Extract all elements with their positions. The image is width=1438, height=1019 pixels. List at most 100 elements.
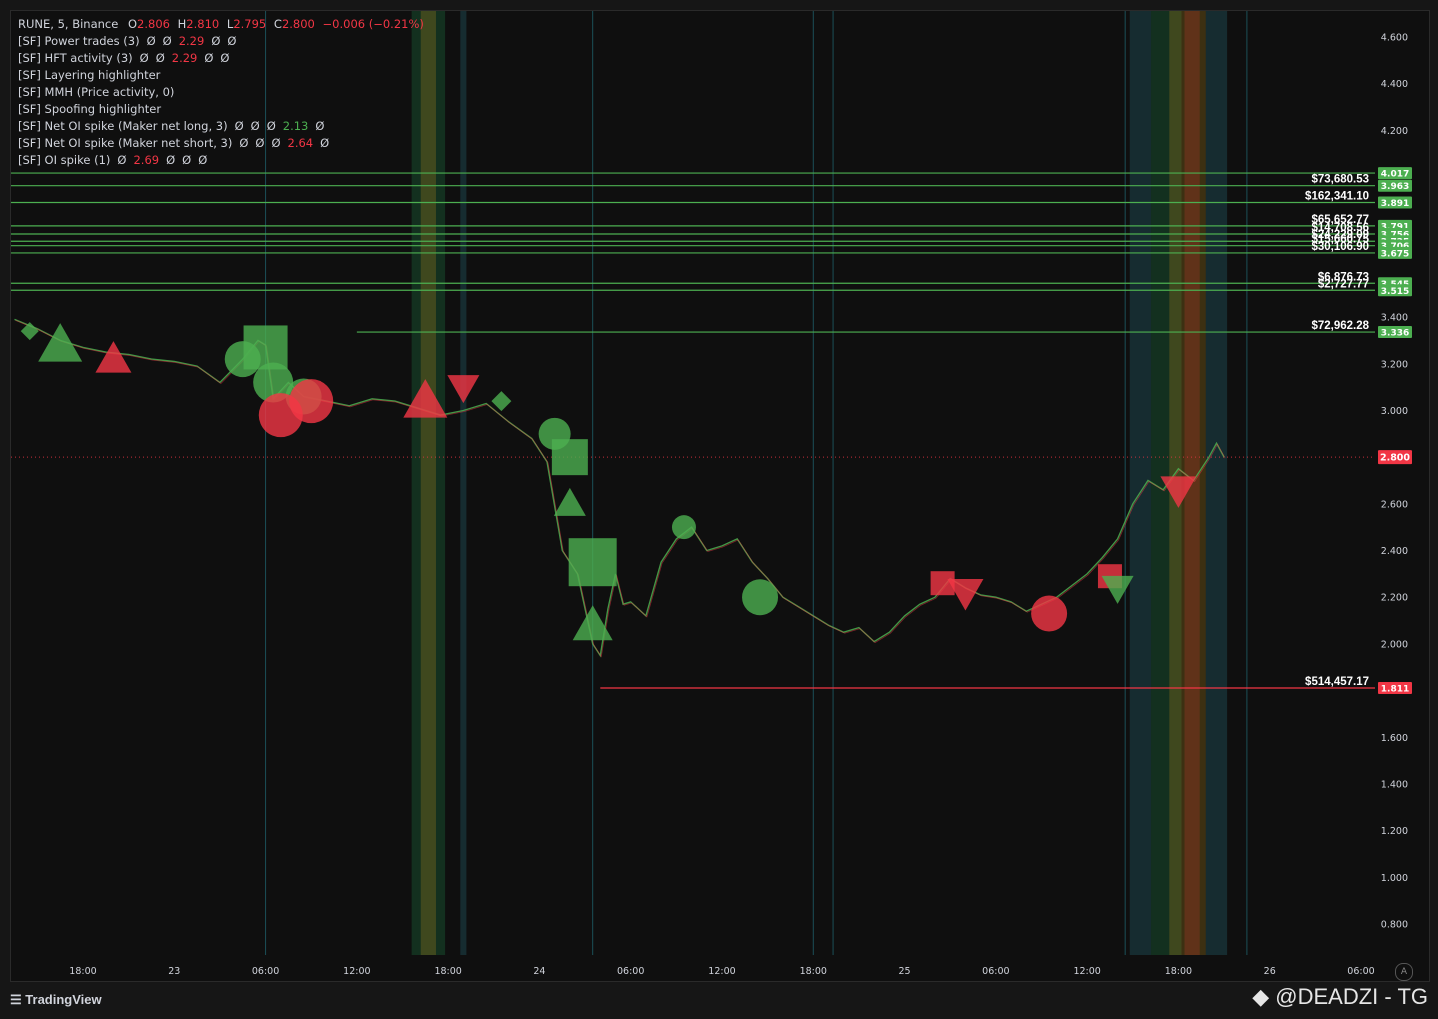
indicator-row[interactable]: [SF] OI spike (1) Ø 2.69 Ø Ø Ø — [18, 152, 424, 169]
x-axis-tick-label: 18:00 — [800, 966, 827, 977]
indicator-row[interactable]: [SF] Net OI spike (Maker net long, 3) Ø Ø Ø… — [18, 118, 424, 135]
y-axis-tick-label: 1.200 — [1381, 826, 1408, 837]
signal-square-marker — [243, 325, 288, 370]
indicator-value: Ø — [139, 51, 149, 65]
level-amount-label: $2,727.77 — [1318, 278, 1369, 290]
level-amount-label: $72,962.28 — [1311, 320, 1369, 332]
level-price-label: 3.336 — [1381, 329, 1409, 339]
level-price-label: 3.963 — [1381, 182, 1409, 192]
y-axis-tick-label: 2.000 — [1381, 639, 1408, 650]
highlight-band — [460, 11, 467, 955]
x-axis-tick-label: 06:00 — [982, 966, 1009, 977]
indicator-value: Ø — [211, 34, 221, 48]
level-price-label: 3.515 — [1381, 287, 1409, 297]
indicator-value: Ø — [146, 34, 156, 48]
signal-triangle-up-marker — [95, 341, 132, 373]
y-axis-tick-label: 4.200 — [1381, 126, 1408, 137]
indicator-value: Ø — [227, 34, 237, 48]
indicator-value: Ø — [198, 153, 208, 167]
y-axis-tick-label: 1.600 — [1381, 733, 1408, 744]
indicator-value: Ø — [315, 119, 325, 133]
indicator-value: Ø — [271, 136, 281, 150]
highlight-band — [1205, 11, 1228, 955]
indicator-name: [SF] Layering highlighter — [18, 68, 161, 82]
indicator-name: [SF] Power trades (3) — [18, 34, 140, 48]
indicator-value: Ø — [117, 153, 127, 167]
watermark-text: @DEADZI - TG — [1275, 984, 1428, 1009]
indicator-value: Ø — [234, 119, 244, 133]
indicator-name: [SF] MMH (Price activity, 0) — [18, 85, 175, 99]
indicator-row[interactable]: [SF] MMH (Price activity, 0) — [18, 84, 424, 101]
signal-circle-marker — [742, 579, 779, 616]
legend-close-value: 2.800 — [281, 17, 315, 31]
legend-open-label: O — [127, 17, 138, 31]
indicator-value: 2.69 — [133, 153, 160, 167]
indicator-value: Ø — [250, 119, 260, 133]
legend-low-value: 2.795 — [233, 17, 267, 31]
legend-high-label: H — [177, 17, 187, 31]
level-price-label: 1.811 — [1381, 685, 1409, 695]
legend-symbol-row: RUNE, 5, Binance O2.806 H2.810 L2.795 C2… — [18, 16, 424, 33]
x-axis-tick-label: 25 — [899, 966, 911, 977]
tradingview-logo[interactable]: ☰ TradingView — [10, 992, 102, 1008]
level-price-label: 3.675 — [1381, 249, 1409, 259]
y-axis-tick-label: 4.600 — [1381, 33, 1408, 44]
indicator-name: [SF] Net OI spike (Maker net short, 3) — [18, 136, 233, 150]
y-axis-tick-label: 2.400 — [1381, 546, 1408, 557]
indicator-value: Ø — [162, 34, 172, 48]
chart-legend: RUNE, 5, Binance O2.806 H2.810 L2.795 C2… — [18, 16, 424, 169]
y-axis-tick-label: 2.600 — [1381, 499, 1408, 510]
level-amount-label: $73,680.53 — [1311, 174, 1369, 186]
indicator-value: Ø — [239, 136, 249, 150]
footer-bar: ☰ TradingView ◆ @DEADZI - TG — [0, 982, 1438, 1019]
signal-diamond-marker — [20, 322, 39, 341]
x-axis-tick-label: 06:00 — [252, 966, 279, 977]
indicator-value: Ø — [320, 136, 330, 150]
signal-triangle-up-marker — [38, 323, 83, 362]
signal-triangle-down-marker — [1101, 575, 1134, 604]
y-axis-tick-label: 1.000 — [1381, 873, 1408, 884]
auto-scale-button[interactable]: A — [1395, 963, 1413, 981]
indicator-row[interactable]: [SF] Spoofing highlighter — [18, 101, 424, 118]
indicator-value: 2.64 — [287, 136, 314, 150]
y-axis-tick-label: 3.400 — [1381, 313, 1408, 324]
indicator-value: Ø — [155, 51, 165, 65]
tradingview-logo-icon: ☰ — [10, 992, 22, 1007]
level-amount-label: $514,457.17 — [1305, 676, 1369, 688]
signal-square-marker — [568, 538, 617, 587]
x-axis-tick-label: 18:00 — [434, 966, 461, 977]
level-price-label: 3.891 — [1381, 199, 1409, 209]
indicator-row[interactable]: [SF] Power trades (3) Ø Ø 2.29 Ø Ø — [18, 33, 424, 50]
signal-triangle-up-marker — [553, 487, 586, 516]
signal-circle-marker — [671, 515, 696, 540]
y-axis-tick-label: 3.000 — [1381, 406, 1408, 417]
binance-diamond-icon: ◆ — [1252, 984, 1270, 1009]
x-axis-tick-label: 12:00 — [708, 966, 735, 977]
y-axis-tick-label: 0.800 — [1381, 920, 1408, 931]
legend-change: −0.006 (−0.21%) — [322, 17, 424, 31]
legend-close-label: C — [273, 17, 282, 31]
indicator-name: [SF] HFT activity (3) — [18, 51, 133, 65]
signal-circle-marker — [289, 379, 334, 424]
legend-open-value: 2.806 — [137, 17, 170, 31]
indicator-value: Ø — [220, 51, 230, 65]
indicator-value: Ø — [166, 153, 176, 167]
x-axis-tick-label: 06:00 — [617, 966, 644, 977]
legend-symbol[interactable]: RUNE, 5, Binance — [18, 17, 118, 31]
indicator-row[interactable]: [SF] Layering highlighter — [18, 67, 424, 84]
level-amount-label: $30,106.90 — [1311, 241, 1369, 253]
signal-square-marker — [551, 439, 588, 476]
signal-diamond-marker — [491, 391, 512, 412]
x-axis-tick-label: 12:00 — [343, 966, 370, 977]
indicator-row[interactable]: [SF] Net OI spike (Maker net short, 3) Ø Ø… — [18, 135, 424, 152]
indicator-name: [SF] Net OI spike (Maker net long, 3) — [18, 119, 228, 133]
x-axis-tick-label: 26 — [1264, 966, 1276, 977]
level-amount-label: $162,341.10 — [1305, 190, 1369, 202]
signal-circle-marker — [1031, 595, 1068, 632]
indicator-row[interactable]: [SF] HFT activity (3) Ø Ø 2.29 Ø Ø — [18, 50, 424, 67]
y-axis-tick-label: 1.400 — [1381, 779, 1408, 790]
x-axis-tick-label: 23 — [168, 966, 180, 977]
y-axis-tick-label: 4.400 — [1381, 79, 1408, 90]
x-axis-tick-label: 18:00 — [1165, 966, 1192, 977]
indicator-value: Ø — [204, 51, 214, 65]
